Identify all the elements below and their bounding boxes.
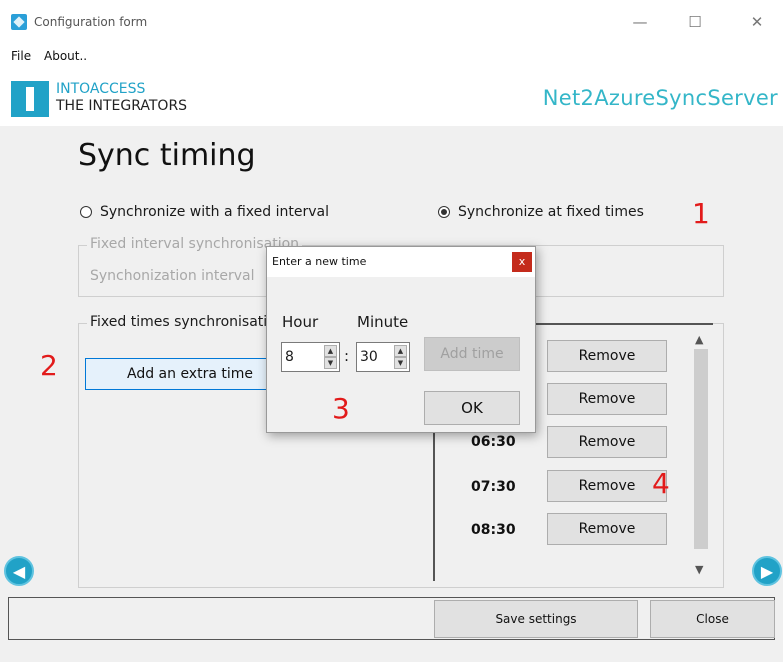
hour-stepper[interactable]: 8 ▲ ▼ [281,342,340,372]
minute-value: 30 [360,349,378,365]
annotation-1: 1 [692,197,710,230]
menu-bar: File About.. [0,44,783,70]
radio-label: Synchronize with a fixed interval [100,204,329,220]
scroll-thumb[interactable] [694,349,708,549]
product-name: Net2AzureSyncServer [542,86,778,110]
dialog-title: Enter a new time [272,255,367,268]
intoaccess-logo-icon [11,81,49,117]
hour-label: Hour [282,313,319,331]
scroll-up-icon[interactable]: ▲ [695,333,703,346]
radio-label: Synchronize at fixed times [458,204,644,220]
arrow-right-icon[interactable]: ▶ [752,556,782,586]
remove-time-button[interactable]: Remove [547,513,667,545]
app-icon [11,14,27,30]
interval-label: Synchonization interval [90,268,255,284]
annotation-4: 4 [652,467,670,500]
remove-time-button[interactable]: Remove [547,470,667,502]
group-title: Fixed times synchronisation [87,314,288,330]
dialog-titlebar: Enter a new time x [267,247,535,277]
radio-fixed-interval[interactable]: Synchronize with a fixed interval [80,204,329,220]
window-title: Configuration form [34,15,148,29]
remove-time-button[interactable]: Remove [547,340,667,372]
minute-stepper[interactable]: 30 ▲ ▼ [356,342,410,372]
hour-up-icon[interactable]: ▲ [324,345,337,357]
time-value: 08:30 [471,522,516,538]
time-value: 06:30 [471,434,516,450]
time-value: 07:30 [471,479,516,495]
annotation-3: 3 [332,392,350,425]
save-settings-button[interactable]: Save settings [434,600,638,638]
menu-file[interactable]: File [11,49,31,63]
maximize-button[interactable]: ☐ [675,8,715,36]
minute-down-icon[interactable]: ▼ [394,357,407,369]
remove-time-button[interactable]: Remove [547,383,667,415]
remove-time-button[interactable]: Remove [547,426,667,458]
radio-indicator-checked [438,206,450,218]
window-close-button[interactable]: ✕ [737,8,777,36]
arrow-left-icon[interactable]: ◀ [4,556,34,586]
hour-down-icon[interactable]: ▼ [324,357,337,369]
page-title: Sync timing [78,138,256,173]
logo-text-line1: INTOACCESS [56,81,146,97]
minute-stepper-buttons: ▲ ▼ [394,345,407,369]
add-time-button[interactable]: Add time [424,337,520,371]
window-titlebar: Configuration form — ☐ ✕ [0,0,783,44]
time-separator: : [344,347,350,365]
hour-stepper-buttons: ▲ ▼ [324,345,337,369]
dialog-close-icon[interactable]: x [512,252,532,272]
radio-indicator [80,206,92,218]
ok-button[interactable]: OK [424,391,520,425]
radio-fixed-times[interactable]: Synchronize at fixed times [438,204,644,220]
menu-about[interactable]: About.. [44,49,87,63]
header-banner: INTOACCESS THE INTEGRATORS Net2AzureSync… [0,70,783,126]
new-time-dialog: Enter a new time x Hour Minute 8 ▲ ▼ : 3… [266,246,536,433]
logo-text-line2: THE INTEGRATORS [56,98,188,114]
add-extra-time-button[interactable]: Add an extra time [85,358,295,390]
times-list-scrollbar[interactable]: ▲ ▼ [690,325,712,581]
minute-up-icon[interactable]: ▲ [394,345,407,357]
hour-value: 8 [285,349,294,365]
scroll-down-icon[interactable]: ▼ [695,563,703,576]
close-button[interactable]: Close [650,600,775,638]
annotation-2: 2 [40,349,58,382]
minimize-button[interactable]: — [620,8,660,36]
minute-label: Minute [357,313,409,331]
